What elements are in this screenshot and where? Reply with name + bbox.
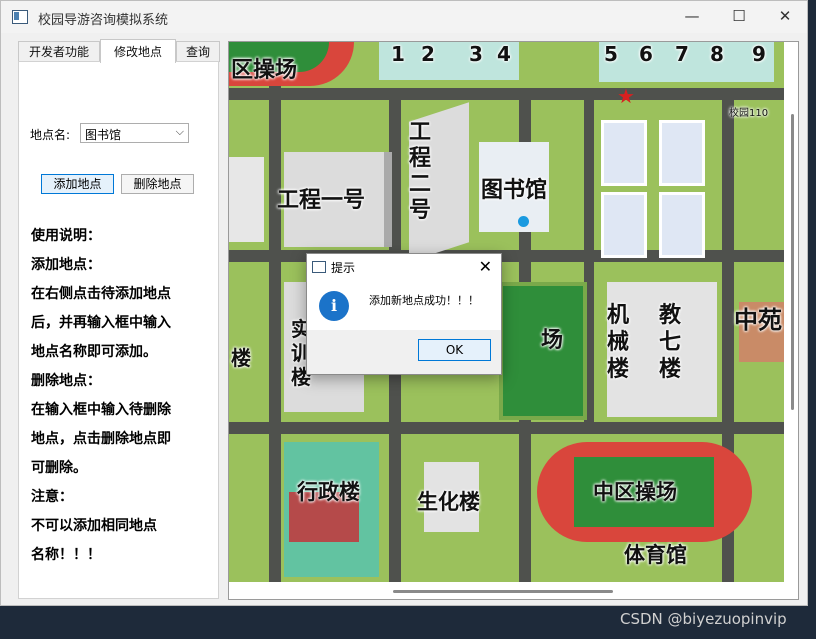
dialog-close-button[interactable]: ✕ [479, 257, 492, 276]
help-line: 可删除。 [31, 460, 87, 476]
dialog-footer: OK [307, 330, 501, 374]
dialog-title: 提示 [331, 261, 356, 275]
star-marker-icon: ★ [617, 84, 635, 108]
tab-modify-place[interactable]: 修改地点 [100, 39, 176, 63]
label-building-left: 楼 [231, 346, 251, 370]
label-district-sports: 区操场 [231, 58, 298, 83]
building [659, 120, 705, 186]
road [229, 88, 784, 100]
help-line: 后，并再输入框中输入 [31, 315, 171, 331]
label-admin: 行政楼 [297, 480, 360, 504]
building [229, 157, 264, 242]
building [601, 120, 647, 186]
selected-point-marker [518, 216, 529, 227]
dorm-number: 1 [391, 42, 405, 66]
info-icon: i [319, 291, 349, 321]
label-mechanical: 机械楼 [607, 303, 630, 382]
help-line: 在输入框中输入待删除 [31, 402, 171, 418]
road [269, 42, 281, 582]
modify-place-panel: 地点名: 图书馆 ⌵ 添加地点 删除地点 使用说明： 添加地点： 在右侧点击待添… [18, 61, 219, 599]
close-button[interactable]: ✕ [762, 1, 808, 33]
dorm-number: 7 [675, 42, 689, 66]
help-line: 不可以添加相同地点 [31, 518, 157, 534]
label-field: 场 [541, 328, 564, 353]
dorm-number: 2 [421, 42, 435, 66]
chevron-down-icon[interactable]: ⌵ [176, 125, 184, 139]
place-name-combobox[interactable]: 图书馆 ⌵ [80, 123, 189, 143]
place-name-value: 图书馆 [85, 128, 122, 142]
tab-query[interactable]: 查询 [176, 41, 220, 62]
minimize-button[interactable]: — [669, 1, 715, 33]
building [601, 192, 647, 258]
label-teach-seven: 教七楼 [659, 303, 682, 382]
building [659, 192, 705, 258]
horizontal-scrollbar[interactable] [393, 590, 613, 593]
ok-button[interactable]: OK [418, 339, 491, 361]
dorm-number: 5 [604, 42, 618, 66]
help-line: 名称！！！ [31, 547, 101, 563]
title-bar: 校园导游咨询模拟系统 — ☐ ✕ [1, 1, 807, 33]
info-dialog: 提示 ✕ i 添加新地点成功！！！ OK [306, 253, 502, 375]
watermark: CSDN @biyezuopinvip [620, 610, 787, 628]
maximize-button[interactable]: ☐ [716, 1, 762, 33]
dorm-number: 8 [710, 42, 724, 66]
help-line: 在右侧点击待添加地点 [31, 286, 171, 302]
label-engineering-one: 工程一号 [277, 188, 366, 213]
label-gym: 体育馆 [624, 543, 687, 567]
dorm-number: 3 [469, 42, 483, 66]
place-name-label: 地点名: [30, 128, 71, 142]
dialog-body: i 添加新地点成功！！！ [307, 280, 501, 330]
dialog-app-icon [312, 261, 326, 273]
window-title: 校园导游咨询模拟系统 [38, 13, 169, 28]
tab-developer[interactable]: 开发者功能 [18, 41, 100, 62]
label-engineering-two: 工程二号 [409, 120, 432, 223]
delete-place-button[interactable]: 删除地点 [121, 174, 194, 194]
label-bio: 生化楼 [417, 490, 480, 514]
help-line: 删除地点： [31, 373, 101, 389]
add-place-button[interactable]: 添加地点 [41, 174, 114, 194]
help-line: 注意： [31, 489, 73, 505]
road [229, 422, 784, 434]
dorm-number: 6 [639, 42, 653, 66]
dorm-number: 4 [497, 42, 511, 66]
app-icon [12, 10, 28, 24]
help-line: 使用说明： [31, 228, 101, 244]
help-line: 地点名称即可添加。 [31, 344, 157, 360]
dialog-message: 添加新地点成功！！！ [369, 294, 479, 307]
label-zhongyuan: 中苑 [734, 306, 782, 334]
help-line: 地点，点击删除地点即 [31, 431, 171, 447]
vertical-scrollbar[interactable] [791, 114, 794, 410]
label-central-sports: 中区操场 [593, 480, 677, 504]
dorm-number: 9 [752, 42, 766, 66]
help-line: 添加地点： [31, 257, 101, 273]
label-school-gate: 校园110 [729, 108, 769, 119]
label-library: 图书馆 [481, 178, 548, 203]
usage-instructions: 使用说明： 添加地点： 在右侧点击待添加地点 后，并再输入框中输入 地点名称即可… [31, 222, 216, 570]
